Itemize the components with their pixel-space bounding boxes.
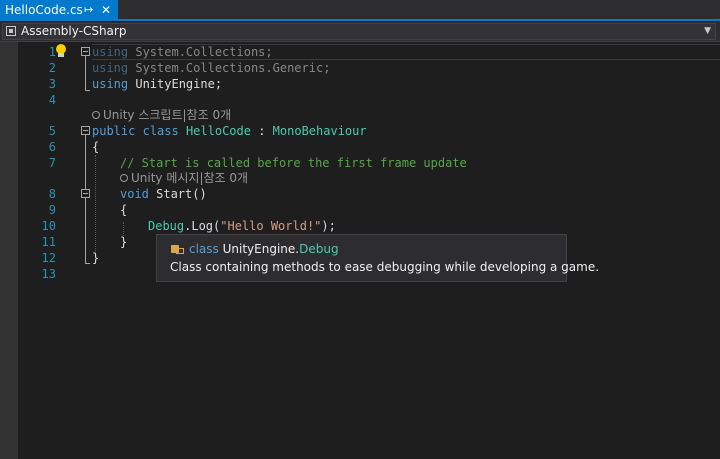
document-tab-strip: HelloCode.cs ↦ ✕ [0, 0, 720, 21]
code-line-7: // Start is called before the first fram… [120, 156, 467, 170]
tooltip-signature: class UnityEngine.Debug [189, 242, 339, 256]
indent-guide [95, 155, 96, 255]
line-number: 9 [48, 203, 56, 217]
chevron-down-icon: ▼ [704, 26, 711, 36]
code-line-2: using System.Collections.Generic; [92, 61, 331, 75]
line-number: 7 [48, 156, 56, 170]
outline-line [85, 56, 86, 90]
code-line-8: void Start() [120, 187, 207, 201]
collapse-toggle[interactable] [81, 189, 90, 198]
glyph-margin [0, 42, 18, 459]
line-number: 1 [48, 45, 56, 59]
project-dropdown[interactable]: Assembly-CSharp ▼ [2, 23, 716, 40]
line-number: 5 [48, 124, 56, 138]
quick-info-tooltip: class UnityEngine.Debug Class containing… [156, 234, 599, 282]
pin-icon[interactable]: ↦ [84, 0, 93, 20]
line-number: 8 [48, 187, 56, 201]
line-number: 12 [41, 251, 56, 265]
line-number: 4 [48, 93, 56, 107]
tooltip-description: Class containing methods to ease debuggi… [170, 260, 600, 274]
tab-hellocode[interactable]: HelloCode.cs ↦ ✕ [0, 0, 118, 20]
line-number: 10 [41, 219, 56, 233]
codelens-unity-script[interactable]: Unity 스크립트|참조 0개 [92, 107, 231, 123]
navigation-bar: Assembly-CSharp ▼ [0, 22, 720, 42]
outline-line [85, 263, 90, 264]
code-line-1: using System.Collections; [92, 45, 273, 59]
outline-line [85, 90, 90, 91]
line-number: 3 [48, 77, 56, 91]
line-number: 13 [41, 267, 56, 281]
project-name: Assembly-CSharp [21, 24, 127, 38]
close-icon[interactable]: ✕ [101, 0, 111, 20]
unity-icon [92, 111, 100, 119]
class-icon [171, 243, 184, 256]
code-line-12: } [92, 251, 100, 265]
line-number: 2 [48, 61, 56, 75]
line-number: 6 [48, 140, 56, 154]
code-line-3: using UnityEngine; [92, 77, 223, 91]
code-line-6: { [92, 140, 100, 154]
collapse-toggle[interactable] [81, 126, 90, 135]
code-line-10: Debug.Log("Hello World!"); [148, 219, 336, 233]
unity-icon [120, 174, 128, 182]
tab-title: HelloCode.cs [5, 3, 83, 17]
project-icon [6, 26, 16, 36]
code-line-5: public class HelloCode : MonoBehaviour [92, 124, 367, 138]
code-line-11: } [120, 235, 128, 249]
collapse-toggle[interactable] [81, 47, 90, 56]
line-number: 11 [41, 235, 56, 249]
code-line-9: { [120, 203, 128, 217]
lightbulb-icon[interactable] [55, 44, 67, 58]
codelens-unity-message[interactable]: Unity 메시지|참조 0개 [120, 170, 248, 186]
outline-line [85, 198, 86, 246]
